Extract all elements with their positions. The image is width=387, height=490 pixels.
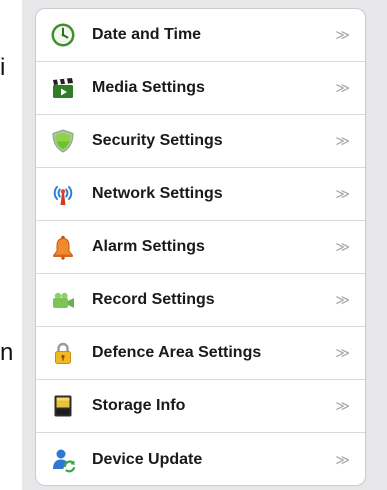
camcorder-icon [50,287,76,313]
chevron-right-icon: ≫ [335,344,350,361]
menu-item-record-settings[interactable]: Record Settings ≫ [36,274,365,327]
clipped-edge-text: n [0,339,14,366]
chevron-right-icon: ≫ [335,397,350,414]
menu-item-alarm-settings[interactable]: Alarm Settings ≫ [36,221,365,274]
menu-item-storage-info[interactable]: Storage Info ≫ [36,380,365,433]
padlock-icon [50,340,76,366]
menu-item-label: Security Settings [92,132,223,149]
clock-icon [50,22,76,48]
bell-icon [50,234,76,260]
clipped-edge-text: i [0,54,6,81]
menu-item-defence-area-settings[interactable]: Defence Area Settings ≫ [36,327,365,380]
menu-item-label: Alarm Settings [92,238,205,255]
chevron-right-icon: ≫ [335,185,350,202]
menu-item-label: Device Update [92,450,203,468]
menu-item-security-settings[interactable]: Security Settings ≫ [36,115,365,168]
menu-item-label: Storage Info [92,397,186,414]
shield-icon [50,128,76,154]
menu-item-label: Defence Area Settings [92,344,262,361]
chevron-right-icon: ≫ [335,451,350,467]
menu-item-date-and-time[interactable]: Date and Time ≫ [36,9,365,62]
menu-item-label: Record Settings [92,291,215,308]
chevron-right-icon: ≫ [335,238,350,255]
chevron-right-icon: ≫ [335,79,350,96]
menu-item-label: Network Settings [92,185,223,202]
menu-item-media-settings[interactable]: Media Settings ≫ [36,62,365,115]
sd-card-icon [50,393,76,419]
menu-item-device-update[interactable]: Device Update ≫ [36,433,365,485]
settings-menu: Date and Time ≫ Media Settings ≫ Securit… [35,8,366,486]
menu-item-label: Media Settings [92,79,205,96]
chevron-right-icon: ≫ [335,26,350,43]
chevron-right-icon: ≫ [335,132,350,149]
menu-item-label: Date and Time [92,26,202,43]
settings-screen: i n Date and Time ≫ Media Settings ≫ Sec… [0,0,387,490]
menu-item-network-settings[interactable]: Network Settings ≫ [36,168,365,221]
user-sync-icon [50,447,76,473]
antenna-icon [50,181,76,207]
clapperboard-icon [50,75,76,101]
chevron-right-icon: ≫ [335,291,350,308]
